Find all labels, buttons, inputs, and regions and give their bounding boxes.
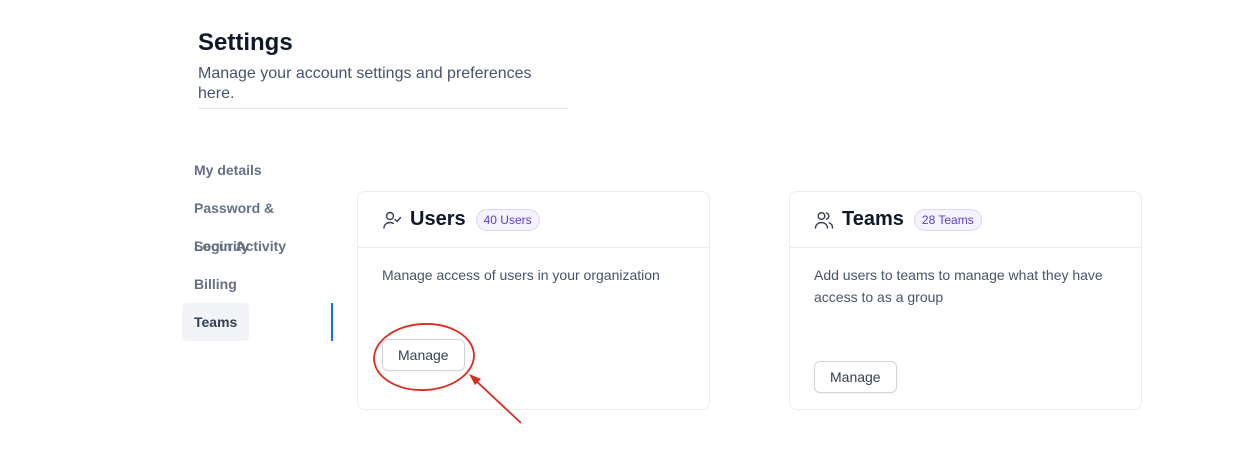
teams-card-title: Teams bbox=[842, 208, 904, 230]
users-count-badge: 40 Users bbox=[475, 208, 540, 231]
users-card-title: Users bbox=[410, 208, 466, 230]
settings-page: Settings Manage your account settings an… bbox=[0, 0, 1248, 456]
teams-card: Teams 28 Teams Add users to teams to man… bbox=[789, 191, 1142, 410]
manage-users-button[interactable]: Manage bbox=[382, 339, 465, 371]
header-divider bbox=[198, 108, 568, 109]
users-icon bbox=[814, 210, 834, 230]
sidebar-item-teams[interactable]: Teams bbox=[182, 303, 250, 341]
manage-teams-button[interactable]: Manage bbox=[814, 361, 897, 393]
sidebar-active-indicator bbox=[331, 303, 333, 341]
user-check-icon bbox=[382, 210, 402, 230]
sidebar-item-login-activity[interactable]: Login Activity bbox=[182, 227, 298, 265]
sidebar-item-billing[interactable]: Billing bbox=[182, 265, 249, 303]
sidebar-item-password-security[interactable]: Password & Security bbox=[182, 189, 334, 254]
teams-count-badge: 28 Teams bbox=[913, 208, 982, 231]
users-card: Users 40 Users Manage access of users in… bbox=[357, 191, 710, 410]
users-card-header: Users 40 Users bbox=[358, 192, 709, 248]
page-subtitle: Manage your account settings and prefere… bbox=[198, 65, 532, 102]
teams-card-description: Add users to teams to manage what they h… bbox=[814, 267, 1103, 305]
users-card-description: Manage access of users in your organizat… bbox=[382, 267, 660, 283]
page-header: Settings Manage your account settings an… bbox=[198, 28, 568, 104]
settings-sidebar: My details Password & Security Login Act… bbox=[182, 151, 334, 341]
sidebar-item-my-details[interactable]: My details bbox=[182, 151, 274, 189]
teams-card-header: Teams 28 Teams bbox=[790, 192, 1141, 248]
page-title: Settings bbox=[198, 29, 293, 56]
